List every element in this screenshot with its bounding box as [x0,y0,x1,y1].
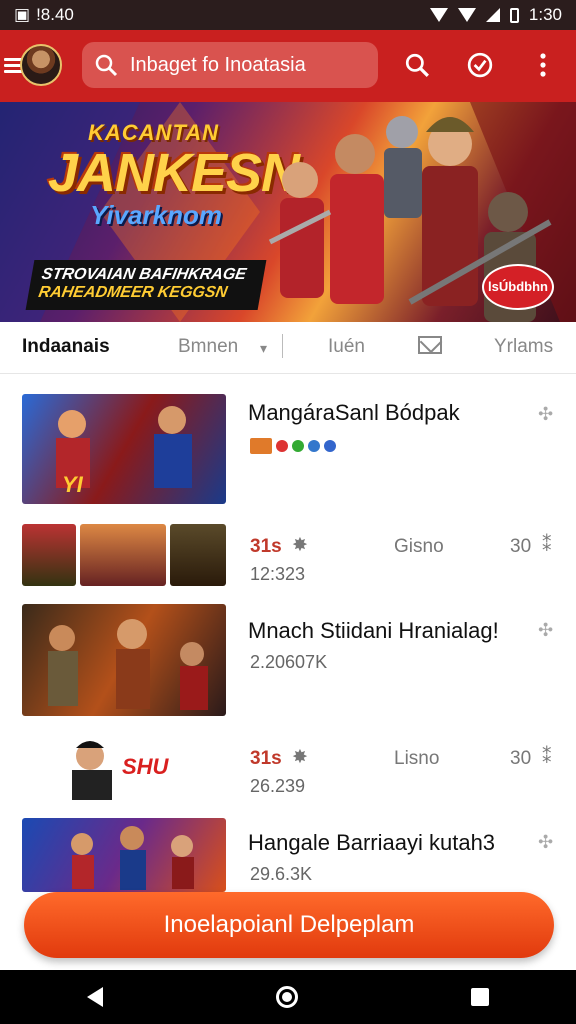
item-stat: 31s [250,536,282,557]
avatar[interactable] [20,44,62,86]
item-meta: 12:323 [250,564,306,584]
game-thumbnail [22,604,226,716]
mail-icon[interactable] [418,336,442,354]
item-title: Mnach Stiidani Hranialag! [248,618,499,643]
chevron-down-icon[interactable]: ▾ [260,340,267,357]
status-time: 1:30 [528,5,562,24]
tab-0[interactable]: Indaanais [22,336,110,358]
battery-icon [509,7,519,23]
item-title: Hangale Barriaayi kutah3 [248,830,496,855]
game-thumbnail [22,524,76,586]
pin-icon[interactable]: ✣ [538,620,553,641]
pin-icon[interactable]: ✣ [538,404,553,425]
plus-icon[interactable]: ⁑ [542,746,552,769]
notification-icon: ▣ [14,5,31,24]
tab-3[interactable]: Yrlams [494,336,553,358]
game-thumbnail [170,524,226,586]
item-meta: 2.20607K [250,652,328,672]
item-stat-label: Gisno [394,536,444,557]
list-item[interactable]: Mnach Stiidani Hranialag! 2.20607K ✣ [0,604,576,720]
app-bar: Inbaget fo Inoatasia [0,30,576,102]
game-thumbnail: YI [22,394,226,504]
list-item[interactable]: YI MangáraSanl Bódpak ✣ [0,392,576,508]
list-item[interactable]: SHU 31s ✸ Lisno 30 ⁑ 26.239 [0,730,576,804]
star-icon: ✸ [292,747,308,768]
plus-icon[interactable]: ⁑ [542,534,552,557]
game-thumbnail [80,524,166,586]
recents-icon[interactable] [471,988,490,1006]
tag-icons [250,438,336,454]
list-item[interactable]: 31s ✸ Gisno 30 ⁑ 12:323 [0,522,576,588]
category-tabs: Indaanais Bmnen ▾ Iuén Yrlams [0,322,576,374]
wifi-icon [429,8,448,22]
tab-divider [282,334,283,358]
back-icon[interactable] [86,987,103,1007]
system-nav-bar [0,970,576,1024]
svg-text:YI: YI [62,472,84,497]
item-meta: 26.239 [250,776,306,796]
search-icon[interactable] [404,52,430,78]
search-input[interactable]: Inbaget fo Inoatasia [82,42,378,88]
status-bar: ▣ !8.40 1:30 [0,0,576,30]
item-meta: 29.6.3K [250,864,313,884]
badge-icon[interactable] [467,52,493,78]
game-thumbnail: SHU [46,734,214,800]
signal-icon [457,8,476,22]
star-icon: ✸ [292,535,308,556]
search-placeholder: Inbaget fo Inoatasia [130,53,306,76]
tag-icon [250,438,272,454]
item-count: 30 [510,748,532,769]
search-icon [94,53,118,77]
svg-text:SHU: SHU [122,754,170,779]
tab-2[interactable]: Iuén [328,336,365,358]
cell-signal-icon [485,8,500,22]
banner-tagline-line2: RAHEADMEER KEGGSN [37,284,229,301]
item-count: 30 [510,536,532,557]
game-thumbnail [22,818,226,892]
item-stat: 31s [250,748,282,769]
more-vert-icon[interactable] [536,52,550,78]
tag-icon [308,440,320,452]
pin-icon[interactable]: ✣ [538,832,553,853]
home-icon[interactable] [275,986,298,1008]
banner-tagline-line1: STROVAIAN BAFIHKRAGE [40,266,248,283]
item-stat-label: Lisno [394,748,440,769]
list-item[interactable]: Hangale Barriaayi kutah3 29.6.3K ✣ [0,818,576,892]
item-title: MangáraSanl Bódpak [248,400,460,425]
tag-icon [276,440,288,452]
banner-badge[interactable]: lsÚbdbhn [482,264,554,310]
tag-icon [292,440,304,452]
status-left-text: !8.40 [36,5,74,24]
cta-button[interactable]: Inoelapoianl Delpeplam [24,892,554,958]
promo-banner[interactable]: KACANTAN JANKESN Yivarknom STROVAIAN BAF… [0,102,576,322]
tag-icon [324,440,336,452]
tab-1[interactable]: Bmnen [178,336,238,358]
banner-tagline: STROVAIAN BAFIHKRAGE RAHEADMEER KEGGSN [25,260,267,310]
